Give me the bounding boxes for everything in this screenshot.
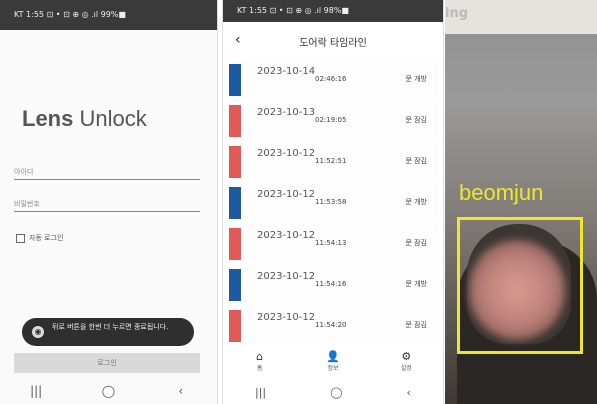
timeline-row[interactable]: 2023-10-12 11:52:51 문 잠김 (229, 142, 439, 179)
person-icon: 👤 (326, 350, 340, 363)
id-field[interactable]: 아이디 (14, 166, 200, 180)
system-nav-bar: ||| ◯ ‹ (0, 378, 217, 404)
recent-apps-icon[interactable]: ||| (21, 384, 51, 398)
entry-status: 문 개방 (405, 280, 427, 288)
timeline-list: 2023-10-14 02:46:16 문 개방 2023-10-13 02:19:0… (229, 60, 439, 347)
auto-login-checkbox[interactable] (16, 233, 25, 243)
entry-status: 문 잠김 (405, 116, 427, 124)
window-title-text: ing (445, 6, 469, 21)
entry-date: 2023-10-12 (257, 312, 316, 323)
back-icon[interactable]: ‹ (407, 386, 411, 399)
page-title: 도어락 타임라인 (299, 37, 367, 49)
face-detection-box (457, 217, 583, 354)
entry-status: 문 잠김 (405, 157, 427, 165)
face-recognition-label: beomjun (459, 180, 544, 205)
entry-status: 문 개방 (405, 198, 427, 206)
exit-toast: ◉ 뒤로 버튼을 한번 더 누르면 종료됩니다. (22, 318, 194, 346)
entry-date: 2023-10-12 (257, 148, 316, 159)
entry-time: 11:54:16 (315, 280, 347, 288)
timeline-screen: KT 1:55 ⊡ • ⊡ ⊕ ◎ .ıl 98%■ ‹ 도어락 타임라인 20… (222, 0, 444, 404)
home-icon[interactable]: ◯ (93, 384, 123, 398)
timeline-header: ‹ 도어락 타임라인 (223, 22, 443, 60)
entry-time: 02:19:05 (315, 116, 347, 124)
home-icon[interactable]: ◯ (330, 386, 342, 399)
tab-home[interactable]: ⌂ 홈 (230, 350, 290, 378)
status-color-bar (229, 310, 241, 342)
entry-date: 2023-10-12 (257, 230, 316, 241)
tab-label: 홈 (256, 365, 263, 372)
status-color-bar (229, 64, 241, 96)
gear-icon: ⚙ (401, 350, 412, 363)
window-title-strip: ing (445, 0, 597, 34)
entry-date: 2023-10-13 (257, 107, 316, 118)
entry-time: 11:52:51 (315, 157, 347, 165)
entry-time: 11:54:20 (315, 321, 347, 329)
back-arrow-icon[interactable]: ‹ (235, 32, 241, 48)
status-bar: KT 1:55 ⊡ • ⊡ ⊕ ◎ .ıl 98%■ (223, 0, 443, 22)
timeline-row[interactable]: 2023-10-12 11:54:13 문 잠김 (229, 224, 439, 261)
toast-text: 뒤로 버튼을 한번 더 누르면 종료됩니다. (52, 323, 169, 331)
status-color-bar (229, 269, 241, 301)
app-title-rest: Unlock (73, 106, 147, 131)
entry-status: 문 잠김 (405, 239, 427, 247)
tab-settings[interactable]: ⚙ 설정 (376, 350, 436, 378)
tab-label: 설정 (400, 365, 412, 372)
app-title: Lens Unlock (22, 106, 147, 132)
entry-date: 2023-10-12 (257, 271, 316, 282)
timeline-row[interactable]: 2023-10-12 11:54:16 문 개방 (229, 265, 439, 302)
timeline-row[interactable]: 2023-10-12 11:53:58 문 개방 (229, 183, 439, 220)
entry-time: 11:53:58 (315, 198, 347, 206)
timeline-row[interactable]: 2023-10-14 02:46:16 문 개방 (229, 60, 439, 97)
login-button[interactable]: 로그인 (14, 353, 200, 373)
login-screen: KT 1:55 ⊡ • ⊡ ⊕ ◎ .ıl 99%■ Lens Unlock 아… (0, 0, 218, 404)
status-bar: KT 1:55 ⊡ • ⊡ ⊕ ◎ .ıl 99%■ (0, 0, 217, 30)
bottom-tab-bar: ⌂ 홈 👤 정보 ⚙ 설정 (223, 350, 443, 378)
tab-info[interactable]: 👤 정보 (303, 350, 363, 378)
timeline-row[interactable]: 2023-10-13 02:19:05 문 잠김 (229, 101, 439, 138)
status-color-bar (229, 146, 241, 178)
tab-label: 정보 (327, 365, 339, 372)
entry-time: 02:46:16 (315, 75, 347, 83)
auto-login-label: 자동 로그인 (29, 234, 64, 242)
status-color-bar (229, 105, 241, 137)
entry-status: 문 개방 (405, 75, 427, 83)
recent-apps-icon[interactable]: ||| (255, 386, 266, 399)
camera-view: ing beomjun (445, 0, 597, 404)
timeline-row[interactable]: 2023-10-12 11:54:20 문 잠김 (229, 306, 439, 343)
entry-status: 문 잠김 (405, 321, 427, 329)
home-icon: ⌂ (256, 350, 264, 363)
entry-time: 11:54:13 (315, 239, 347, 247)
app-title-bold: Lens (22, 106, 74, 131)
back-icon[interactable]: ‹ (166, 384, 196, 398)
entry-date: 2023-10-14 (257, 66, 316, 77)
app-icon: ◉ (32, 326, 44, 338)
auto-login-row[interactable]: 자동 로그인 (16, 233, 63, 243)
password-field[interactable]: 비밀번호 (14, 198, 200, 212)
status-color-bar (229, 228, 241, 260)
status-color-bar (229, 187, 241, 219)
entry-date: 2023-10-12 (257, 189, 316, 200)
system-nav-bar: ||| ◯ ‹ (223, 380, 443, 404)
